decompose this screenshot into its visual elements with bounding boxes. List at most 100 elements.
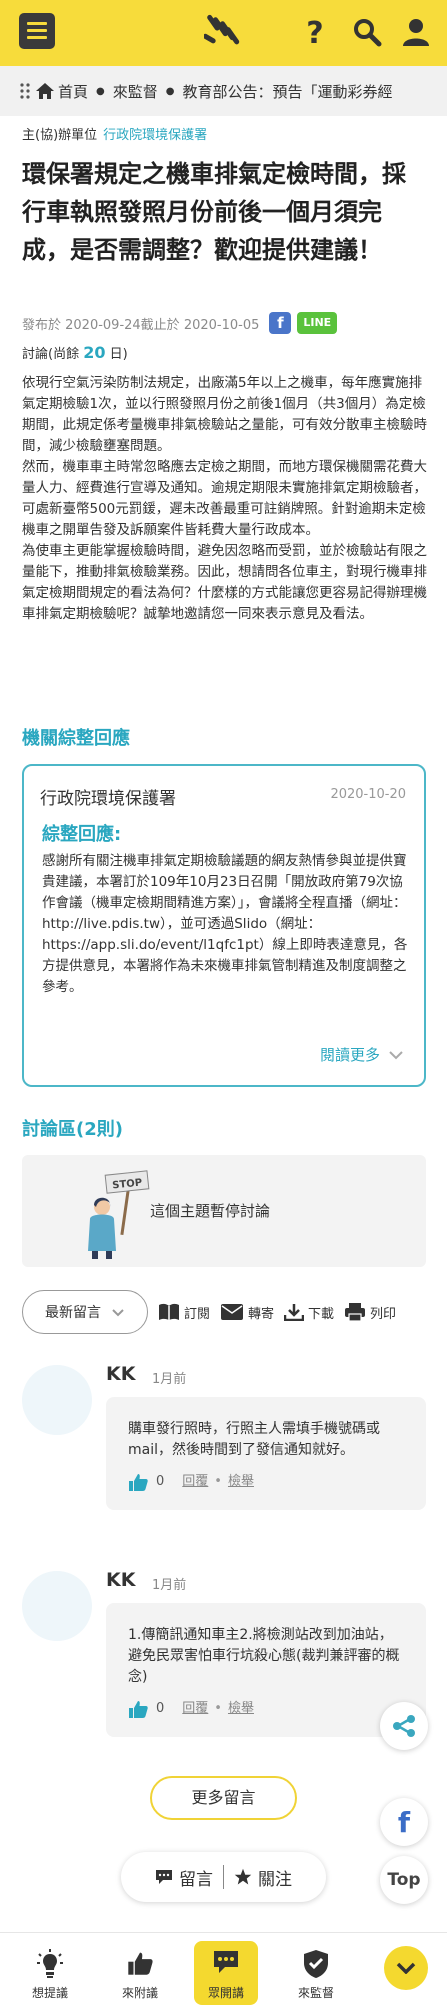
back-to-top-label: Top: [387, 1870, 421, 1890]
line-share-button[interactable]: LINE: [297, 312, 338, 334]
breadcrumb-separator: ●: [96, 85, 105, 97]
article-paragraph: 然而，機車車主時常忽略應去定檢之期間，而地方環保機關需花費大量人力、經費進行宣導…: [22, 459, 427, 538]
menu-button[interactable]: [19, 13, 55, 49]
report-link[interactable]: 檢舉: [228, 1698, 254, 1719]
comment-time: 1月前: [152, 1578, 187, 1593]
comment-author: KK: [106, 1363, 136, 1385]
discussion-toolbar: 最新留言 訂閱 轉寄 下載 列印: [22, 1290, 432, 1334]
avatar: [22, 1571, 92, 1641]
response-label: 綜整回應:: [42, 824, 122, 845]
avatar: [22, 1365, 92, 1435]
download-button[interactable]: 下載: [284, 1303, 334, 1322]
shield-check-icon: [304, 1950, 328, 1978]
breadcrumb: 首頁 ● 來監督 ● 教育部公告：預告「運動彩券經: [0, 66, 447, 116]
nav-label: 眾開講: [207, 1986, 244, 2000]
breadcrumb-separator: ●: [165, 85, 175, 97]
read-more-label: 閱讀更多: [319, 1046, 380, 1064]
comment-icon: [156, 1870, 172, 1884]
read-more-button[interactable]: 閱讀更多: [320, 1044, 404, 1065]
thumbs-up-icon: [128, 1952, 153, 1975]
mail-icon: [221, 1304, 244, 1320]
chevron-down-icon: [389, 1050, 403, 1059]
chevron-down-icon: [112, 1308, 124, 1316]
like-count: 0: [156, 1701, 165, 1716]
response-date: 2020-10-20: [330, 787, 406, 802]
response-text: 感謝所有關注機車排氣定期檢驗議題的網友熱情參與並提供寶貴建議，本署訂於109年1…: [42, 853, 408, 995]
discussion-remaining: 討論(尚餘 20 日): [22, 343, 128, 362]
discussion-remaining-suffix: 日): [105, 347, 128, 362]
nav-item-propose[interactable]: 想提議: [18, 1941, 82, 2005]
search-icon[interactable]: [352, 17, 382, 47]
thumbs-up-icon[interactable]: [128, 1700, 148, 1718]
forward-label: 轉寄: [248, 1306, 275, 1322]
comment-button[interactable]: 留言: [179, 1865, 213, 1890]
like-count: 0: [156, 1474, 165, 1489]
organizer: 主(協)辦單位 行政院環境保護署: [22, 124, 207, 143]
breadcrumb-home[interactable]: 首頁: [58, 81, 88, 102]
share-icon: [393, 1715, 415, 1737]
subscribe-button[interactable]: 訂閱: [158, 1303, 210, 1322]
days-remaining: 20: [83, 343, 106, 362]
breadcrumb-current: 教育部公告：預告「運動彩券經: [182, 82, 393, 101]
pill-divider: [223, 1865, 224, 1889]
organizer-link[interactable]: 行政院環境保護署: [103, 128, 207, 143]
response-section-title: 機關綜整回應: [22, 728, 130, 749]
comment-bubble: 購車發行照時，行照主人需填手機號碼或mail，然後時間到了發信通知就好。 0 回…: [106, 1397, 426, 1510]
share-button[interactable]: [380, 1702, 428, 1750]
action-separator: •: [214, 1701, 222, 1716]
print-label: 列印: [370, 1306, 397, 1322]
thumbs-up-icon[interactable]: [128, 1473, 148, 1491]
user-icon[interactable]: [401, 17, 431, 47]
response-card: 行政院環境保護署 2020-10-20 綜整回應: 感謝所有關注機車排氣定期檢驗…: [22, 764, 426, 1087]
svg-text:?: ?: [306, 17, 323, 47]
forward-button[interactable]: 轉寄: [220, 1303, 274, 1322]
breadcrumb-section[interactable]: 來監督: [113, 81, 158, 102]
nav-label: 來監督: [297, 1986, 334, 2000]
hand-logo-icon[interactable]: [204, 12, 244, 54]
follow-button[interactable]: 關注: [258, 1865, 292, 1890]
discussion-paused-text: 這個主題暫停討論: [150, 1202, 271, 1220]
article-paragraph: 為使車主更能掌握檢驗時間，避免因忽略而受罰，並於檢驗站有限之量能下，推動排氣檢驗…: [22, 543, 427, 622]
response-org: 行政院環境保護署: [40, 789, 176, 809]
nav-item-monitor[interactable]: 來監督: [284, 1941, 348, 2005]
facebook-icon: f: [397, 1805, 411, 1839]
stop-sign-person-icon: STOP: [88, 1170, 150, 1259]
facebook-float-button[interactable]: f: [380, 1798, 428, 1846]
report-link[interactable]: 檢舉: [228, 1471, 254, 1492]
download-label: 下載: [308, 1306, 335, 1322]
reply-link[interactable]: 回覆: [182, 1698, 208, 1719]
reply-link[interactable]: 回覆: [182, 1471, 208, 1492]
star-icon: [234, 1868, 252, 1885]
page-title: 環保署規定之機車排氣定檢時間，採行車執照發照月份前後一個月須完成，是否需調整？歡…: [22, 160, 406, 264]
comment-actions: 0 回覆 • 檢舉: [128, 1698, 404, 1719]
drag-handle-icon: [20, 83, 30, 99]
discussion-remaining-prefix: 討論(尚餘: [22, 347, 84, 362]
subscribe-label: 訂閱: [184, 1306, 211, 1322]
comment-bubble: 1.傳簡訊通知車主2.將檢測站改到加油站，避免民眾害怕車行坑殺心態(裁判兼評審的…: [106, 1603, 426, 1737]
printer-icon: [345, 1303, 366, 1321]
comment-text: 購車發行照時，行照主人需填手機號碼或mail，然後時間到了發信通知就好。: [128, 1421, 380, 1458]
lightbulb-icon: [37, 1949, 63, 1978]
discussion-section-title: 討論區(2則): [22, 1119, 123, 1140]
publish-dates: 發布於 2020-09-24截止於 2020-10-05: [22, 317, 260, 333]
back-to-top-button[interactable]: Top: [380, 1856, 428, 1904]
post-meta: 發布於 2020-09-24截止於 2020-10-05 f LINE: [22, 312, 338, 334]
home-icon[interactable]: [36, 83, 54, 99]
article-body: 依現行空氣污染防制法規定，出廠滿5年以上之機車，每年應實施排氣定期檢驗1次，並以…: [22, 373, 429, 625]
top-bar: ?: [0, 0, 447, 66]
collapse-nav-button[interactable]: [384, 1946, 428, 1990]
print-button[interactable]: 列印: [344, 1303, 396, 1322]
nav-item-forum[interactable]: 眾開講: [194, 1941, 258, 2005]
facebook-share-button[interactable]: f: [269, 312, 292, 334]
comment-time: 1月前: [152, 1372, 187, 1387]
discussion-paused-panel: STOP 這個主題暫停討論: [22, 1155, 426, 1267]
action-pill: 留言 關注: [121, 1852, 326, 1902]
help-icon[interactable]: ?: [300, 17, 330, 47]
comment-actions: 0 回覆 • 檢舉: [128, 1471, 404, 1492]
nav-item-endorse[interactable]: 來附議: [108, 1941, 172, 2005]
sort-select[interactable]: 最新留言: [22, 1290, 148, 1334]
chat-icon: [214, 1951, 238, 1973]
book-icon: [159, 1303, 179, 1320]
download-icon: [284, 1304, 305, 1321]
more-comments-button[interactable]: 更多留言: [150, 1776, 297, 1820]
